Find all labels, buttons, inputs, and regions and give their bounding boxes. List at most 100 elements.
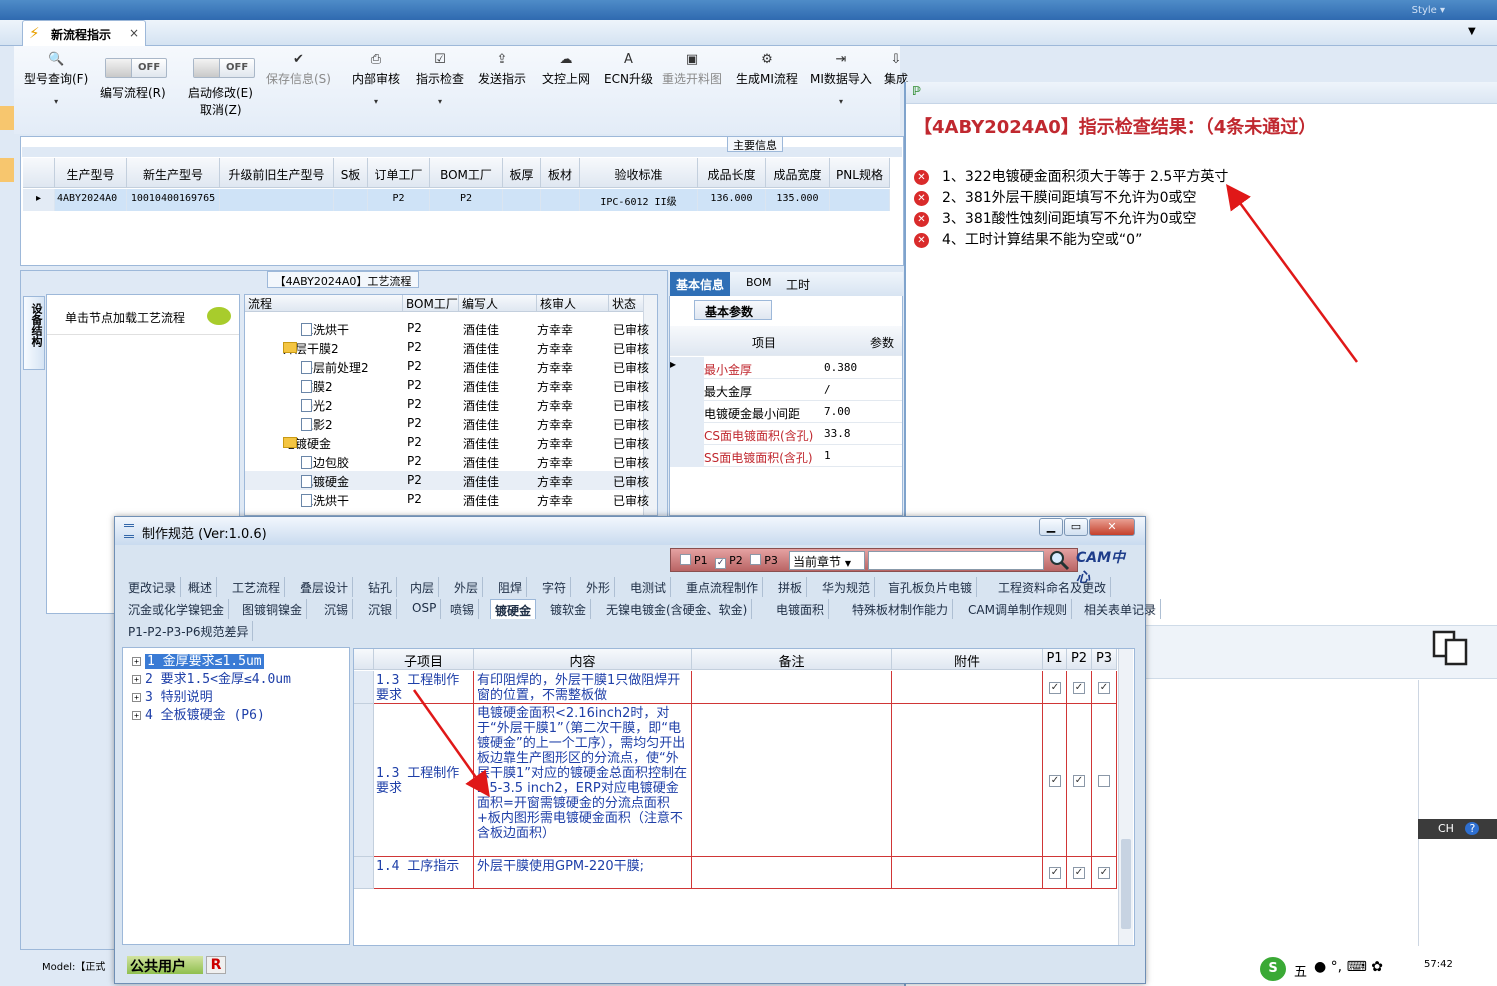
- spec-tab[interactable]: 工程资料命名及更改: [994, 577, 1112, 597]
- col-header[interactable]: 订单工厂: [368, 158, 430, 188]
- spec-tab[interactable]: 工艺流程: [228, 577, 286, 597]
- col-header[interactable]: 板厚: [503, 158, 541, 188]
- sogou-icon[interactable]: S: [1260, 957, 1286, 981]
- side-tab-equipment[interactable]: 设备结构: [23, 296, 45, 370]
- tree-row[interactable]: 外层前处理2 P2 酒佳佳 方幸幸 已审核: [245, 357, 649, 376]
- col-header[interactable]: 成品长度: [698, 158, 766, 188]
- grid-cell[interactable]: [830, 189, 890, 211]
- ribbon-button-2[interactable]: ⎙ 内部审核 ▾: [352, 52, 400, 106]
- ribbon-button-9[interactable]: ⇥ MI数据导入 ▾: [810, 52, 872, 106]
- grid-cell[interactable]: 10010400169765: [127, 189, 220, 211]
- tree-row[interactable]: 贴膜2 P2 酒佳佳 方幸幸 已审核: [245, 376, 649, 395]
- attachment-cell[interactable]: [892, 704, 1043, 857]
- content-cell[interactable]: 有印阻焊的，外层干膜1只做阻焊开窗的位置，不需整板做: [474, 671, 692, 704]
- remark-cell[interactable]: [692, 857, 892, 889]
- checkbox-icon[interactable]: [680, 554, 691, 565]
- checkbox-icon[interactable]: [750, 554, 762, 565]
- checkbox-icon[interactable]: ✓: [1098, 867, 1110, 879]
- write-process-toggle[interactable]: OFF: [105, 58, 167, 78]
- ime-tools-icon[interactable]: ● °, ⌨ ✿: [1314, 959, 1383, 975]
- attachment-cell[interactable]: [892, 671, 1043, 704]
- tree-row[interactable]: 外层干膜2 P2 酒佳佳 方幸幸 已审核: [245, 338, 649, 357]
- tree-row[interactable]: 电镀硬金 P2 酒佳佳 方幸幸 已审核: [245, 471, 649, 490]
- checkbox-icon[interactable]: ✓: [1073, 775, 1085, 787]
- checkbox-icon[interactable]: ✓: [1073, 682, 1085, 694]
- spec-tab[interactable]: 无镍电镀金(含硬金、软金): [602, 599, 753, 619]
- ribbon-button-6[interactable]: A ECN升级: [604, 52, 653, 87]
- checkbox-icon[interactable]: ✓: [1049, 775, 1061, 787]
- col-header[interactable]: 板材: [541, 158, 580, 188]
- param-row[interactable]: 最大金厚 /: [670, 379, 902, 401]
- checkbox-icon[interactable]: ✓: [1073, 867, 1085, 879]
- spec-tab[interactable]: 盲孔板负片电镀: [884, 577, 978, 597]
- row-selector[interactable]: [354, 704, 374, 857]
- spec-tree-item[interactable]: +3 特别说明: [132, 686, 213, 705]
- start-edit-toggle[interactable]: OFF: [193, 58, 255, 78]
- expand-icon[interactable]: +: [132, 675, 141, 684]
- close-button[interactable]: ✕: [1089, 518, 1135, 536]
- ribbon-button-4[interactable]: ⇪ 发送指示: [478, 52, 526, 87]
- expand-icon[interactable]: +: [132, 693, 141, 702]
- spec-tab[interactable]: 字符: [538, 577, 572, 597]
- tree-col-header[interactable]: 流程: [245, 295, 403, 312]
- col-header[interactable]: S板: [334, 158, 368, 188]
- spec-tab[interactable]: 叠层设计: [296, 577, 354, 597]
- grid-cell[interactable]: 135.000: [766, 189, 830, 211]
- search-icon[interactable]: [1046, 549, 1072, 571]
- spec-tab[interactable]: 外层: [450, 577, 484, 597]
- row-selector[interactable]: [354, 671, 374, 704]
- tree-row[interactable]: 水洗烘干 P2 酒佳佳 方幸幸 已审核: [245, 319, 649, 338]
- param-row[interactable]: ▸ 最小金厚 0.380: [670, 357, 902, 379]
- spec-tab[interactable]: 电测试: [626, 577, 672, 597]
- sub-item-cell[interactable]: 1.4 工序指示: [374, 857, 474, 889]
- spec-tree-item[interactable]: +1 金厚要求≤1.5um: [132, 650, 264, 669]
- col-header[interactable]: 生产型号: [55, 158, 127, 188]
- grid-cell[interactable]: [334, 189, 368, 211]
- spec-tab[interactable]: P1-P2-P3-P6规范差异: [124, 621, 254, 641]
- col-header[interactable]: 升级前旧生产型号: [220, 158, 334, 188]
- copy-icon[interactable]: [1430, 628, 1474, 668]
- spec-tab[interactable]: 内层: [406, 577, 440, 597]
- spec-tab[interactable]: 镀硬金: [490, 599, 537, 619]
- checkbox-icon[interactable]: ✓: [1049, 867, 1061, 879]
- table-col-header[interactable]: 备注: [692, 649, 892, 670]
- filter-p2[interactable]: ✓ P2: [715, 554, 743, 569]
- grid-cell[interactable]: 136.000: [698, 189, 766, 211]
- table-col-header[interactable]: P1: [1043, 649, 1067, 670]
- sub-tab-basic-params[interactable]: 基本参数: [694, 300, 772, 320]
- minimize-button[interactable]: ▁: [1039, 518, 1063, 536]
- spec-tab[interactable]: 外形: [582, 577, 616, 597]
- tab-hours[interactable]: 工时: [780, 272, 816, 296]
- table-col-header[interactable]: P2: [1067, 649, 1092, 670]
- dropdown-arrow-icon[interactable]: ▾: [24, 97, 88, 106]
- col-header[interactable]: BOM工厂: [430, 158, 503, 188]
- table-col-header[interactable]: P3: [1092, 649, 1117, 670]
- spec-tab[interactable]: 阻焊: [494, 577, 528, 597]
- tree-row[interactable]: 曝光2 P2 酒佳佳 方幸幸 已审核: [245, 395, 649, 414]
- checkbox-icon[interactable]: [1098, 775, 1110, 787]
- ribbon-button-1[interactable]: ✔ 保存信息(S): [266, 52, 331, 87]
- sub-item-cell[interactable]: 1.3 工程制作要求: [374, 704, 474, 857]
- table-col-header[interactable]: 内容: [474, 649, 692, 670]
- content-cell[interactable]: 电镀硬金面积<2.16inch2时，对于“外层干膜1”（第二次干膜，即“电镀硬金…: [474, 704, 692, 857]
- spec-tab[interactable]: 更改记录: [124, 577, 182, 597]
- spec-tab[interactable]: 特殊板材制作能力: [848, 599, 954, 619]
- tree-col-header[interactable]: 核审人: [537, 295, 609, 312]
- dropdown-arrow-icon[interactable]: ▾: [416, 97, 464, 106]
- remark-cell[interactable]: [692, 704, 892, 857]
- ribbon-button-7[interactable]: ▣ 重选开料图: [662, 52, 722, 87]
- style-menu[interactable]: Style ▾: [1412, 5, 1445, 16]
- row-selector[interactable]: ▸: [23, 189, 55, 211]
- grid-cell[interactable]: [503, 189, 541, 211]
- col-header[interactable]: 验收标准: [580, 158, 698, 188]
- grid-cell[interactable]: P2: [368, 189, 430, 211]
- grid-cell[interactable]: P2: [430, 189, 503, 211]
- spec-tab[interactable]: 喷锡: [446, 599, 480, 619]
- table-col-header[interactable]: 子项目: [374, 649, 474, 670]
- tree-row[interactable]: 电镀硬金 P2 酒佳佳 方幸幸 已审核: [245, 433, 649, 452]
- grid-cell[interactable]: IPC-6012 II级: [580, 189, 698, 211]
- col-header[interactable]: 成品宽度: [766, 158, 830, 188]
- tree-col-header[interactable]: 编写人: [459, 295, 537, 312]
- spec-tab[interactable]: 华为规范: [818, 577, 876, 597]
- ime-toolbar[interactable]: S 五 ● °, ⌨ ✿ 57:42: [1258, 955, 1497, 983]
